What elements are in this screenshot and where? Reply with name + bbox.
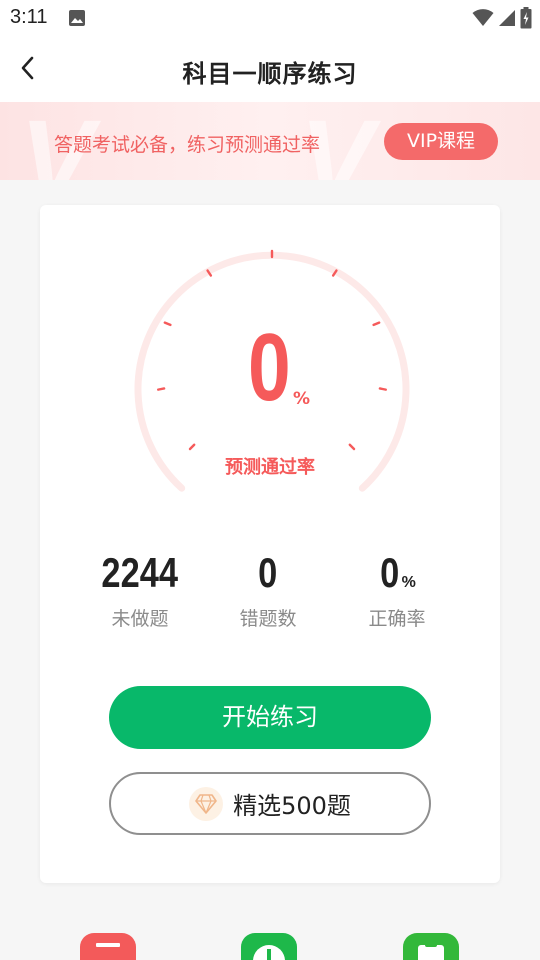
pass-rate-label: 预测通过率 — [225, 457, 315, 478]
stat-value: 2244 — [101, 549, 179, 596]
stat-unanswered[interactable]: 2244 未做题 — [80, 550, 200, 631]
banner-text: 答题考试必备，练习预测通过率 — [54, 134, 321, 156]
shortcut-icon-green-2[interactable] — [403, 933, 459, 960]
clipboard-icon — [418, 941, 444, 960]
screen: 3:11 科目一顺序练习 V V 答题考试必备，练习预测通过率 VIP课程 0 … — [0, 0, 540, 960]
pass-rate-value: 0 — [248, 314, 291, 421]
gauge-tick — [348, 443, 356, 451]
diamond-badge — [189, 786, 224, 821]
page-title: 科目一顺序练习 — [182, 60, 358, 88]
clock-icon — [253, 945, 285, 960]
selected-500-button[interactable]: 精选500题 — [109, 772, 431, 835]
diamond-icon — [195, 793, 217, 814]
stat-label: 错题数 — [239, 608, 297, 630]
stat-accuracy: 0% 正确率 — [337, 550, 457, 631]
practice-card: 0 % 预测通过率 2244 未做题 0 错题数 0% 正确率 开始练习 精选5… — [40, 205, 500, 883]
nav-bar: 科目一顺序练习 — [0, 36, 540, 102]
stat-wrong-count[interactable]: 0 错题数 — [208, 550, 328, 631]
exam-icon — [96, 943, 120, 947]
vip-course-button[interactable]: VIP课程 — [384, 123, 498, 160]
gallery-icon — [69, 10, 85, 26]
stats-row: 2244 未做题 0 错题数 0% 正确率 — [40, 550, 500, 640]
start-practice-button[interactable]: 开始练习 — [109, 686, 431, 749]
stat-label: 正确率 — [368, 608, 426, 630]
status-icons — [472, 7, 532, 29]
gauge-tick — [378, 387, 387, 391]
gauge-tick — [372, 321, 381, 327]
vip-banner[interactable]: V V 答题考试必备，练习预测通过率 VIP课程 — [0, 102, 540, 180]
shortcut-icon-green[interactable] — [241, 933, 297, 960]
status-bar: 3:11 — [0, 0, 540, 36]
gauge-tick — [188, 443, 196, 451]
wifi-icon — [472, 9, 494, 26]
battery-icon — [520, 7, 532, 29]
selected-500-label: 精选500题 — [233, 792, 351, 820]
stat-value: 0 — [258, 549, 278, 596]
gauge-tick — [163, 321, 172, 327]
pass-rate-unit: % — [293, 389, 311, 409]
status-time: 3:11 — [10, 6, 48, 28]
signal-icon — [499, 10, 515, 26]
stat-value: 0 — [380, 549, 400, 596]
stat-unit: % — [401, 574, 416, 591]
stat-label: 未做题 — [111, 608, 169, 630]
shortcut-icon-red[interactable] — [80, 933, 136, 960]
gauge-tick — [157, 387, 166, 391]
